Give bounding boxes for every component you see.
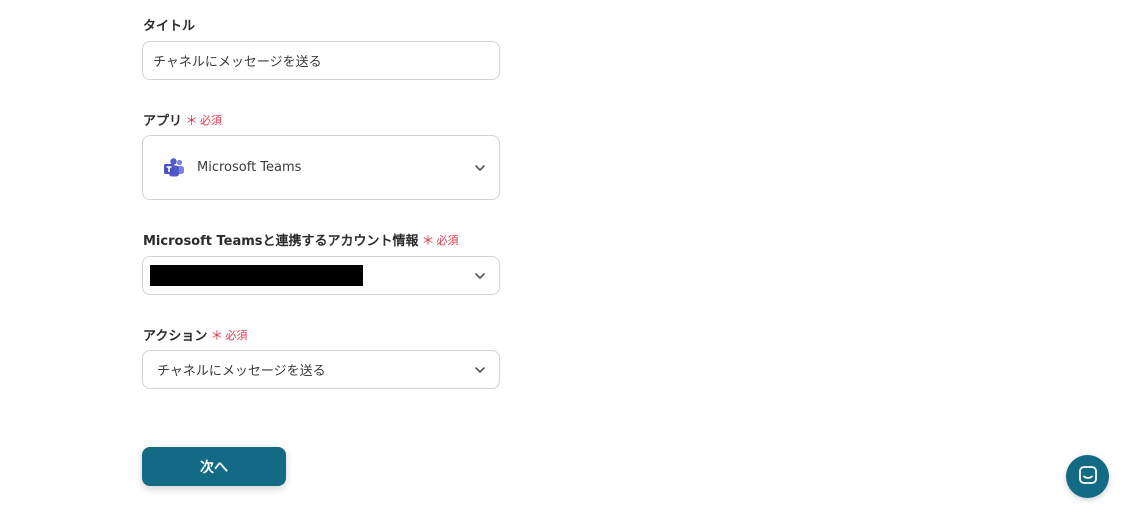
account-select[interactable]: [142, 256, 500, 295]
chevron-down-icon: [473, 363, 487, 377]
chevron-down-icon: [473, 161, 487, 175]
microsoft-teams-icon: [163, 157, 185, 179]
chevron-down-icon: [473, 269, 487, 283]
required-badge: 必須: [200, 113, 223, 127]
account-label: Microsoft Teamsと連携するアカウント情報 ＊ 必須: [143, 230, 459, 250]
chat-support-button[interactable]: [1066, 455, 1109, 498]
next-button[interactable]: 次へ: [142, 447, 286, 486]
form-page: タイトル チャネルにメッセージを送る アプリ ＊ 必須 Microsoft Te…: [0, 0, 1124, 518]
action-select-value: チャネルにメッセージを送る: [157, 364, 326, 379]
action-label: アクション ＊ 必須: [143, 325, 248, 345]
title-input[interactable]: チャネルにメッセージを送る: [142, 41, 500, 80]
action-label-text: アクション: [143, 329, 208, 344]
redacted-account-value: [150, 265, 363, 286]
title-label-text: タイトル: [143, 19, 196, 34]
required-asterisk: ＊: [210, 329, 224, 344]
required-asterisk: ＊: [421, 234, 435, 249]
action-select[interactable]: チャネルにメッセージを送る: [142, 350, 500, 389]
required-asterisk: ＊: [185, 114, 199, 129]
app-select-value: Microsoft Teams: [197, 160, 302, 175]
app-label-text: アプリ: [143, 114, 183, 129]
account-label-text: Microsoft Teamsと連携するアカウント情報: [143, 234, 419, 249]
required-badge: 必須: [225, 328, 248, 342]
required-badge: 必須: [436, 233, 459, 247]
title-input-value: チャネルにメッセージを送る: [153, 55, 322, 70]
app-label: アプリ ＊ 必須: [143, 110, 223, 130]
title-label: タイトル: [143, 15, 195, 34]
chat-icon: [1078, 465, 1098, 489]
app-select[interactable]: Microsoft Teams: [142, 135, 500, 200]
